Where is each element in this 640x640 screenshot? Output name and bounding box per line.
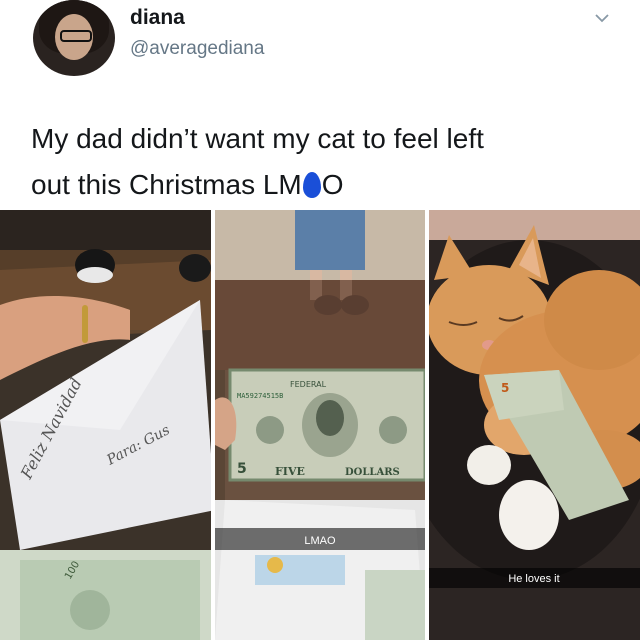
tweet-line-1: My dad didn’t want my cat to feel left (31, 123, 484, 154)
svg-text:5: 5 (237, 461, 247, 477)
tweet-text: My dad didn’t want my cat to feel left o… (31, 116, 611, 208)
bill-scene: FEDERAL MA59274515B 5 FIVE DOLLARS LMAO (215, 210, 425, 640)
cat-scene: 5 He loves it (429, 210, 640, 640)
display-name[interactable]: diana (130, 6, 185, 30)
svg-text:MA59274515B: MA59274515B (237, 392, 283, 400)
cat-caption: He loves it (508, 573, 559, 585)
avatar[interactable] (33, 0, 115, 76)
bill-header: FEDERAL (290, 380, 327, 389)
photo-five-dollar-bill[interactable]: FEDERAL MA59274515B 5 FIVE DOLLARS LMAO (215, 210, 425, 640)
chevron-down-icon[interactable] (594, 10, 610, 26)
water-drop-emoji-icon (302, 172, 321, 198)
user-handle[interactable]: @averagediana (130, 38, 264, 60)
tweet-line-2-text: out this Christmas LM (31, 169, 302, 200)
photo-envelope[interactable]: Feliz Navidad Para: Gus 100 (0, 210, 211, 640)
svg-text:5: 5 (501, 381, 509, 395)
bill-dollars: DOLLARS (345, 467, 400, 478)
envelope-scene: Feliz Navidad Para: Gus 100 (0, 210, 211, 640)
tweet-header: diana @averagediana (0, 0, 640, 90)
bill-five: FIVE (275, 465, 305, 478)
avatar-glasses (60, 30, 92, 42)
photo-cat[interactable]: 5 He loves it (429, 210, 640, 640)
tweet-line-2: out this Christmas LM O (31, 162, 611, 208)
photo-grid: Feliz Navidad Para: Gus 100 FEDERAL MA59… (0, 210, 640, 640)
tweet-line-2-end: O (321, 169, 344, 200)
snapchat-caption: LMAO (304, 535, 336, 547)
